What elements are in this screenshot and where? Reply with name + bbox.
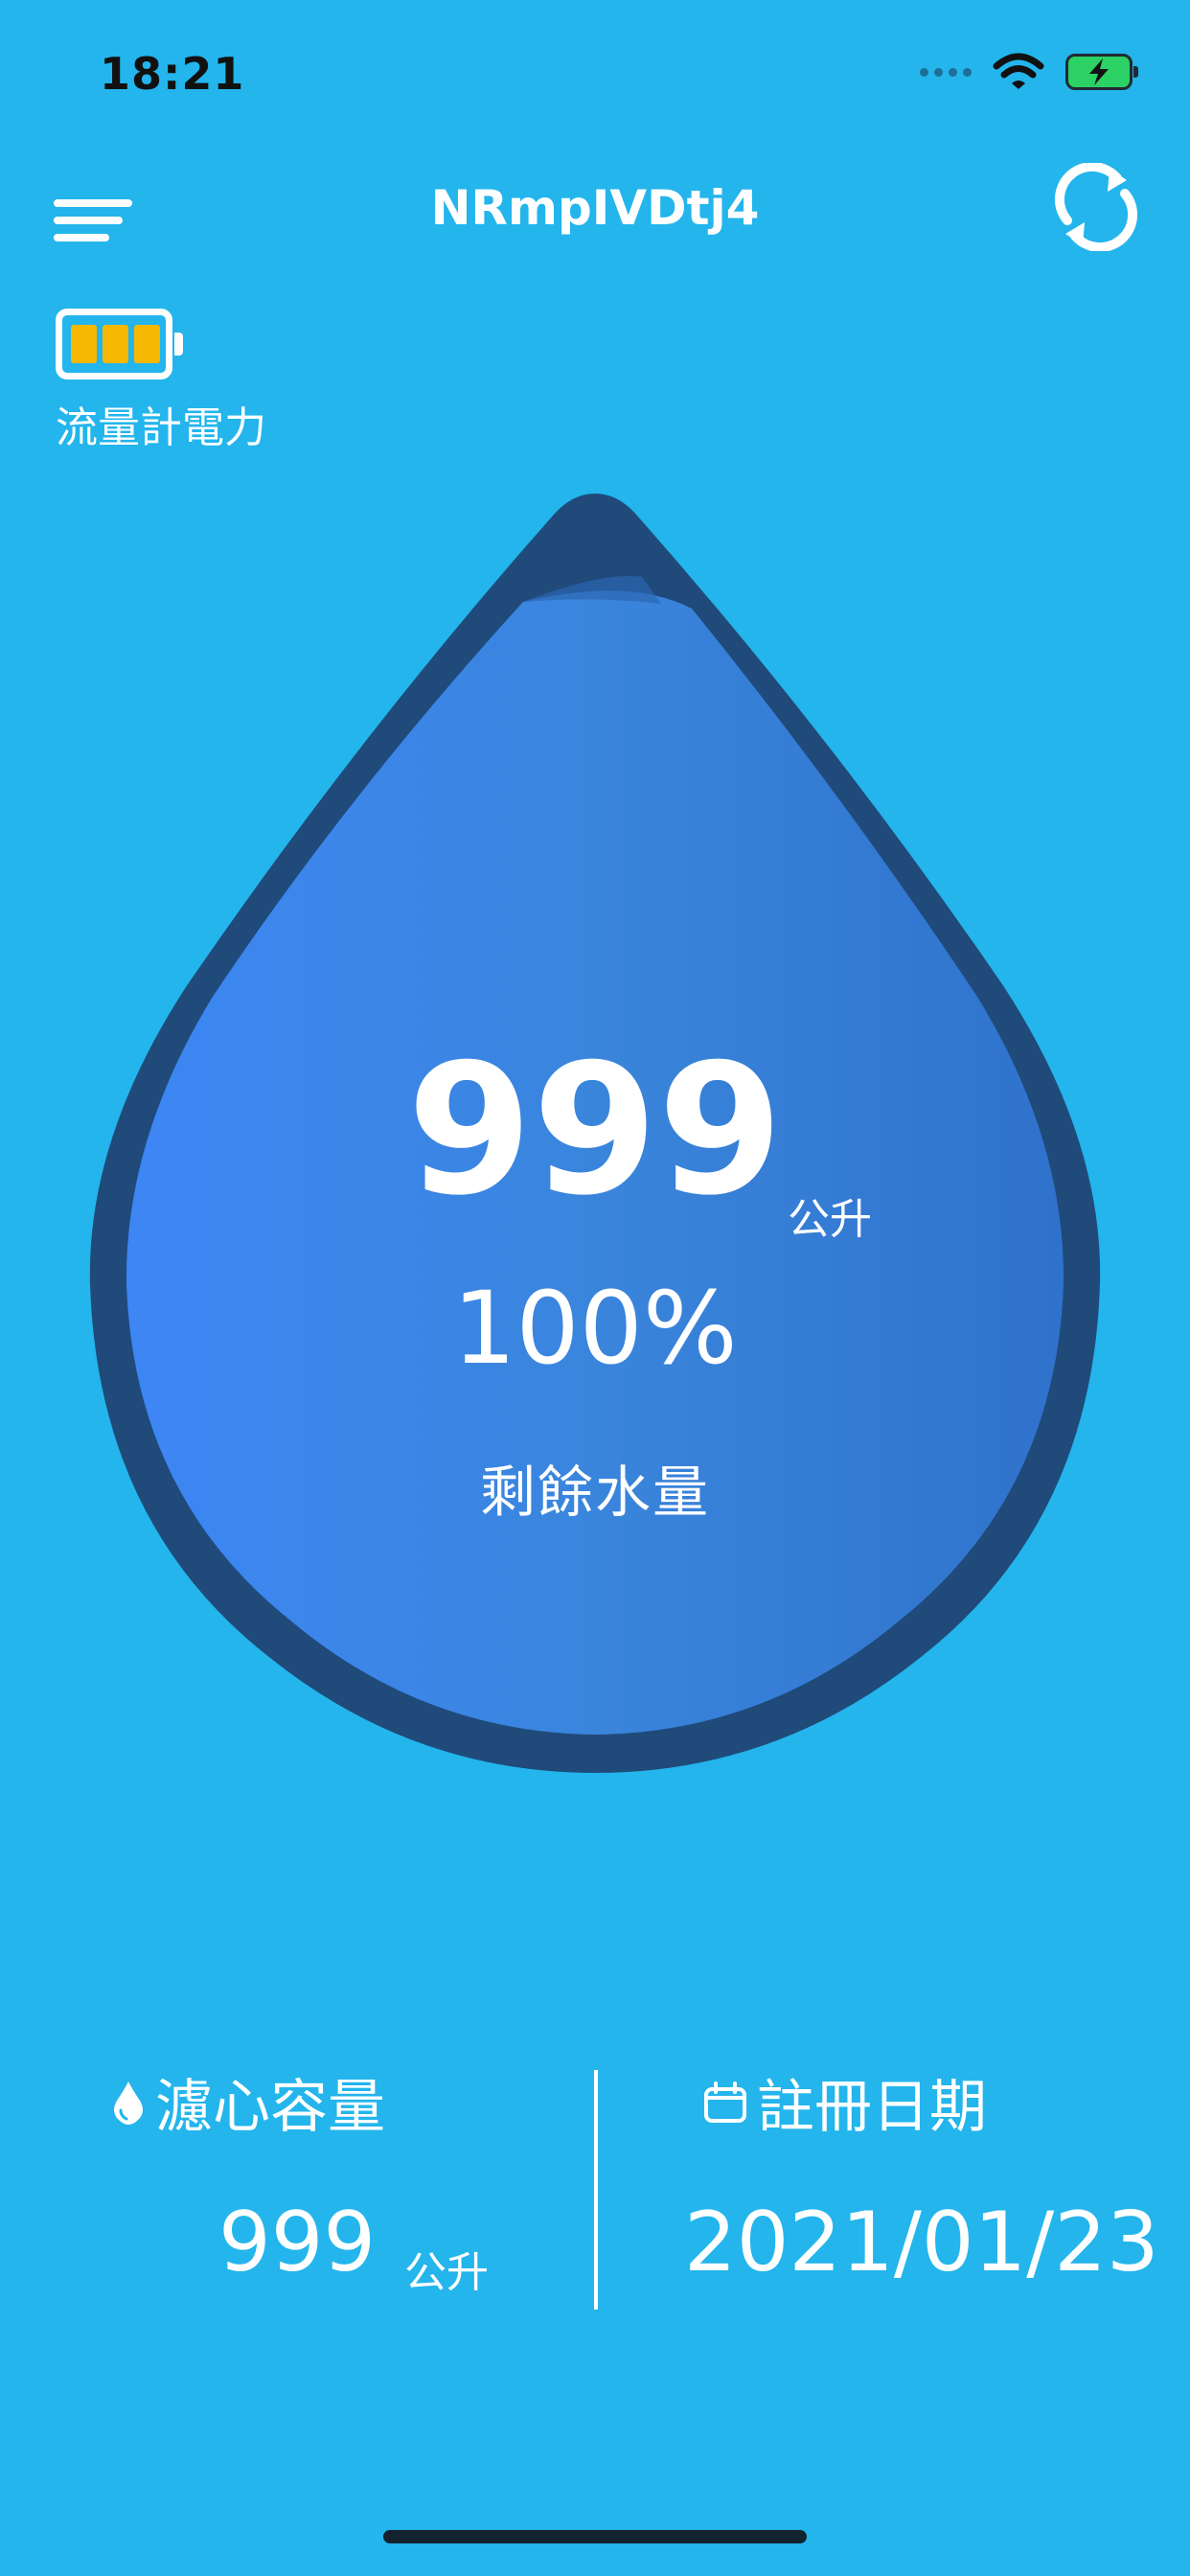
device-name-title: NRmpIVDtj4 bbox=[430, 180, 760, 236]
registration-date-label: 註冊日期 bbox=[757, 2074, 987, 2141]
registration-date-title: 註冊日期 bbox=[703, 2060, 987, 2144]
phone-battery-icon bbox=[1065, 54, 1138, 90]
status-time: 18:21 bbox=[100, 48, 245, 100]
filter-capacity-value: 999 bbox=[218, 2195, 377, 2290]
nav-bar: NRmpIVDtj4 bbox=[0, 161, 1190, 259]
flow-meter-battery-label: 流量計電力 bbox=[56, 403, 266, 452]
status-bar: 18:21 bbox=[0, 0, 1190, 144]
remaining-percent: 100% bbox=[452, 1270, 738, 1387]
filter-capacity-unit: 公升 bbox=[404, 2248, 489, 2297]
remaining-litres-unit: 公升 bbox=[788, 1195, 872, 1244]
cellular-signal-icon bbox=[920, 67, 972, 77]
status-icons bbox=[920, 53, 1138, 91]
remaining-water-label: 剩餘水量 bbox=[479, 1460, 710, 1525]
charging-bolt-icon bbox=[1089, 58, 1109, 85]
wifi-icon bbox=[993, 53, 1044, 89]
filter-capacity-label: 濾心容量 bbox=[155, 2074, 385, 2141]
calendar-icon bbox=[704, 2081, 746, 2123]
registration-date-value: 2021/01/23 bbox=[684, 2195, 1159, 2290]
filter-capacity-block: 濾心容量 999 公升 bbox=[0, 2051, 575, 2338]
battery-level-cells bbox=[71, 325, 160, 363]
refresh-icon bbox=[1054, 161, 1138, 253]
remaining-litres-value: 999 bbox=[406, 1025, 784, 1235]
home-indicator[interactable] bbox=[383, 2530, 807, 2543]
battery-icon bbox=[56, 309, 183, 380]
water-drop-icon bbox=[114, 2081, 143, 2125]
stats-divider bbox=[594, 2070, 598, 2310]
flow-meter-battery: 流量計電力 bbox=[56, 309, 266, 452]
refresh-button[interactable] bbox=[1052, 161, 1140, 253]
registration-date-block: 註冊日期 2021/01/23 bbox=[615, 2051, 1190, 2338]
filter-capacity-title: 濾心容量 bbox=[111, 2060, 385, 2144]
